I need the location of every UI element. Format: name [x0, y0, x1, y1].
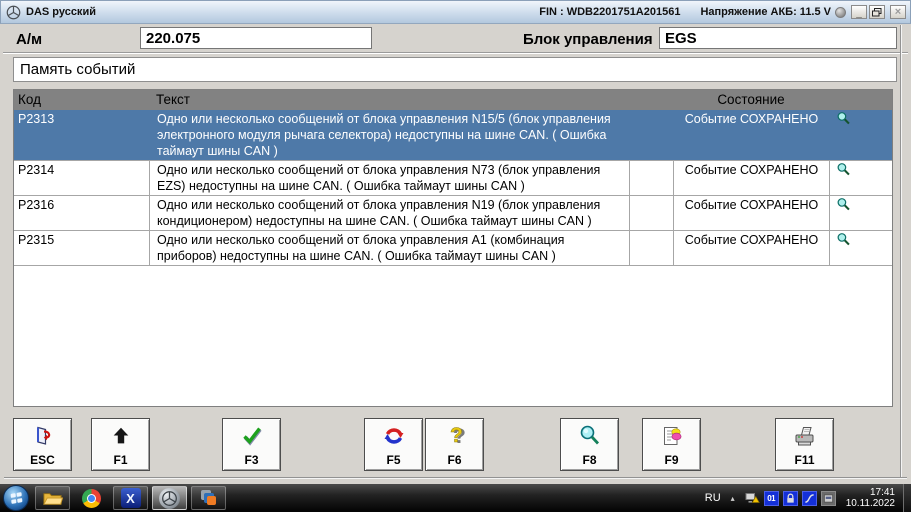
fault-state: Событие СОХРАНЕНО	[673, 231, 829, 265]
minimize-button[interactable]: _	[851, 5, 867, 19]
taskbar-explorer-button[interactable]	[35, 486, 70, 510]
f3-button[interactable]: F3	[222, 418, 281, 471]
fault-state: Событие СОХРАНЕНО	[673, 161, 829, 195]
fkey-label: F3	[244, 453, 259, 467]
fault-text: Одно или несколько сообщений от блока уп…	[157, 112, 611, 158]
f9-button[interactable]: F9	[642, 418, 701, 471]
printer-icon	[795, 427, 813, 446]
esc-button[interactable]: ESC	[13, 418, 72, 471]
exit-icon	[36, 426, 50, 445]
close-button[interactable]: ×	[890, 5, 906, 19]
mercedes-logo-icon	[6, 5, 21, 19]
fault-code: P2316	[18, 198, 55, 212]
fkey-label: ESC	[30, 453, 55, 467]
taskbar-clock[interactable]: 17:41 10.11.2022	[846, 487, 895, 509]
event-memory-table: Код Текст Состояние P2313 Одно или неско…	[13, 89, 893, 407]
fault-state: Событие СОХРАНЕНО	[673, 196, 829, 230]
counter-01-icon[interactable]: 01	[763, 490, 779, 506]
restore-icon	[872, 7, 882, 16]
column-header-spacer	[629, 90, 673, 110]
vmware-icon	[200, 490, 216, 505]
column-header-text: Текст	[156, 92, 190, 107]
fault-code: P2313	[18, 112, 55, 126]
fault-text: Одно или несколько сообщений от блока уп…	[149, 196, 629, 230]
column-header-code: Код	[18, 92, 41, 107]
explorer-icon	[43, 493, 63, 505]
lock-icon[interactable]	[782, 490, 798, 506]
show-desktop-button[interactable]	[903, 484, 911, 512]
start-button[interactable]	[3, 485, 29, 511]
fkey-label: F5	[386, 453, 401, 467]
table-row[interactable]: P2315 Одно или несколько сообщений от бл…	[14, 231, 892, 266]
arrow-up-icon	[113, 427, 128, 444]
header-divider	[3, 52, 908, 54]
mercedes-star-icon	[159, 487, 180, 509]
fault-text: Одно или несколько сообщений от блока уп…	[149, 231, 629, 265]
titlebar: DAS русский FIN : WDB2201751A201561 Напр…	[0, 0, 911, 24]
magnifier-icon[interactable]	[836, 197, 851, 212]
fin-label: FIN : WDB2201751A201561	[539, 6, 681, 18]
tray-expand-arrow[interactable]: ▴	[731, 494, 735, 503]
fault-state: Событие СОХРАНЕНО	[684, 112, 819, 126]
cable-icon[interactable]	[801, 490, 817, 506]
section-title: Память событий	[13, 57, 897, 82]
fault-text: Одно или несколько сообщений от блока уп…	[149, 161, 629, 195]
fkey-label: F1	[113, 453, 128, 467]
x-app-icon: X	[120, 488, 141, 508]
document-edit-icon	[663, 427, 681, 445]
f8-button[interactable]: F8	[560, 418, 619, 471]
windows-logo-icon	[10, 492, 22, 504]
taskbar-das-button[interactable]	[152, 486, 187, 510]
help-icon: ? ?	[449, 424, 465, 448]
das-application-screen: DAS русский FIN : WDB2201751A201561 Напр…	[0, 0, 911, 512]
window-bottom-border	[4, 477, 907, 479]
clock-date: 10.11.2022	[845, 498, 895, 509]
table-header-row: Код Текст Состояние	[14, 90, 892, 110]
language-indicator[interactable]: RU	[705, 492, 721, 504]
taskbar-vmware-button[interactable]	[191, 486, 226, 510]
taskbar-xentry-button[interactable]: X	[113, 486, 148, 510]
fault-code: P2315	[18, 233, 55, 247]
windows-taskbar: X RU ▴ 01 17:41 10.11.2022	[0, 484, 911, 512]
fault-code: P2314	[18, 163, 55, 177]
f5-button[interactable]: F5	[364, 418, 423, 471]
check-icon	[242, 427, 262, 446]
magnifier-icon[interactable]	[836, 162, 851, 177]
vehicle-model-field[interactable]	[140, 27, 372, 49]
f11-button[interactable]: F11	[775, 418, 834, 471]
status-orb-icon	[835, 6, 846, 18]
window-right-border	[900, 25, 902, 477]
magnifier-icon	[580, 425, 599, 445]
card-reader-icon[interactable]	[820, 490, 836, 506]
f1-button[interactable]: F1	[91, 418, 150, 471]
f6-button[interactable]: ? ? F6	[425, 418, 484, 471]
table-row[interactable]: P2313 Одно или несколько сообщений от бл…	[14, 110, 892, 161]
control-unit-label: Блок управления	[523, 31, 653, 48]
window-title: DAS русский	[26, 6, 96, 18]
system-tray: RU ▴ 01 17:41 10.11.2022	[705, 484, 911, 512]
magnifier-icon[interactable]	[836, 232, 851, 247]
fkey-label: F6	[447, 453, 462, 467]
vehicle-label: А/м	[16, 31, 43, 48]
network-warning-icon[interactable]	[745, 491, 760, 506]
fkey-label: F11	[794, 453, 815, 467]
table-row[interactable]: P2316 Одно или несколько сообщений от бл…	[14, 196, 892, 231]
column-header-actions	[829, 90, 892, 110]
clock-time: 17:41	[869, 487, 895, 498]
control-unit-field[interactable]	[659, 27, 897, 49]
battery-voltage-label: Напряжение АКБ: 11.5 V	[700, 6, 831, 18]
fkey-label: F9	[664, 453, 679, 467]
table-row[interactable]: P2314 Одно или несколько сообщений от бл…	[14, 161, 892, 196]
chrome-icon	[82, 488, 101, 508]
fkey-label: F8	[582, 453, 597, 467]
refresh-icon	[384, 428, 403, 444]
taskbar-chrome-button[interactable]	[74, 486, 109, 510]
magnifier-icon[interactable]	[836, 111, 851, 126]
column-header-state: Состояние	[717, 92, 785, 107]
svg-text:?: ?	[450, 424, 463, 447]
restore-button[interactable]	[869, 5, 885, 19]
